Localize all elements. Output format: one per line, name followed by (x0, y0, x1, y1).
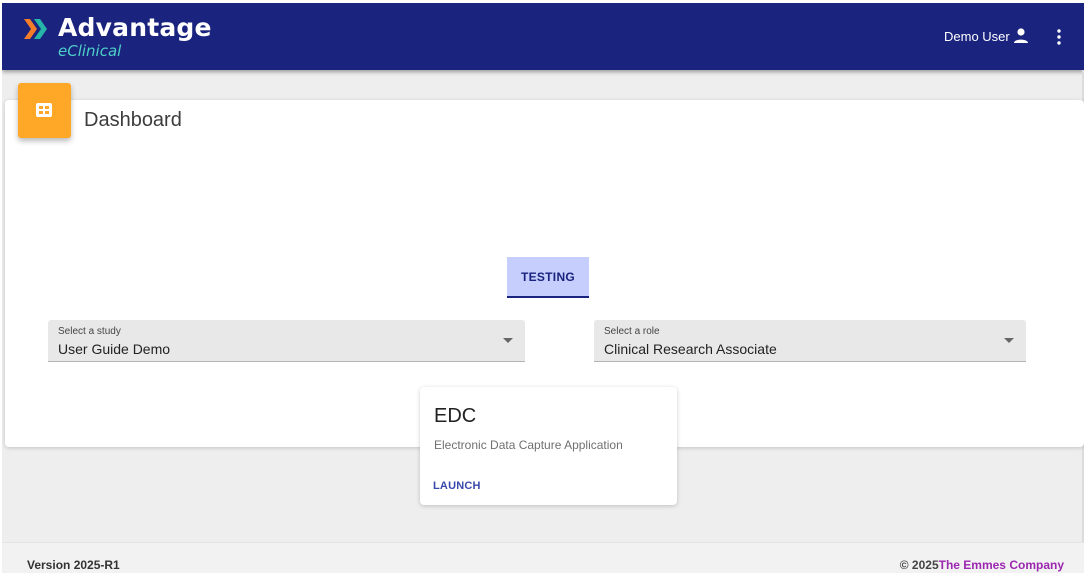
more-vert-icon[interactable] (1050, 27, 1068, 47)
app-card-edc: EDC Electronic Data Capture Application … (420, 387, 677, 505)
copyright: © 2025The Emmes Company (900, 558, 1064, 572)
brand-name[interactable]: Advantage (58, 13, 212, 43)
footer: Version 2025-R1 © 2025The Emmes Company (2, 542, 1084, 573)
role-select-value[interactable]: Clinical Research Associate (604, 341, 777, 357)
study-select[interactable]: Select a study User Guide Demo (48, 320, 525, 362)
dashboard-header-badge (18, 83, 71, 138)
study-select-label: Select a study (58, 326, 121, 337)
tab-testing[interactable]: TESTING (507, 257, 589, 298)
launch-button[interactable]: LAUNCH (433, 479, 481, 493)
user-name[interactable]: Demo User (944, 29, 1010, 45)
person-icon[interactable] (1012, 27, 1030, 45)
version-label: Version 2025-R1 (27, 558, 120, 572)
top-app-bar: Advantage eClinical Demo User (2, 3, 1084, 70)
dashboard-card: TESTING Select a study User Guide Demo S… (5, 100, 1084, 505)
copyright-year: © 2025 (899, 558, 939, 572)
chevron-logo-icon[interactable] (24, 17, 50, 41)
company-link[interactable]: The Emmes Company (939, 558, 1064, 572)
role-select[interactable]: Select a role Clinical Research Associat… (594, 320, 1026, 362)
chevron-down-icon[interactable] (503, 338, 513, 343)
dashboard-grid-icon (36, 103, 52, 117)
brand-subtitle: eClinical (58, 42, 122, 60)
study-select-value[interactable]: User Guide Demo (58, 341, 170, 357)
page-title: Dashboard (84, 109, 182, 131)
chevron-down-icon[interactable] (1004, 338, 1014, 343)
app-card-description: Electronic Data Capture Application (434, 438, 623, 452)
role-select-label: Select a role (604, 326, 660, 337)
app-card-title: EDC (434, 405, 477, 427)
app-window: Advantage eClinical Demo User TESTING Se… (2, 3, 1084, 573)
